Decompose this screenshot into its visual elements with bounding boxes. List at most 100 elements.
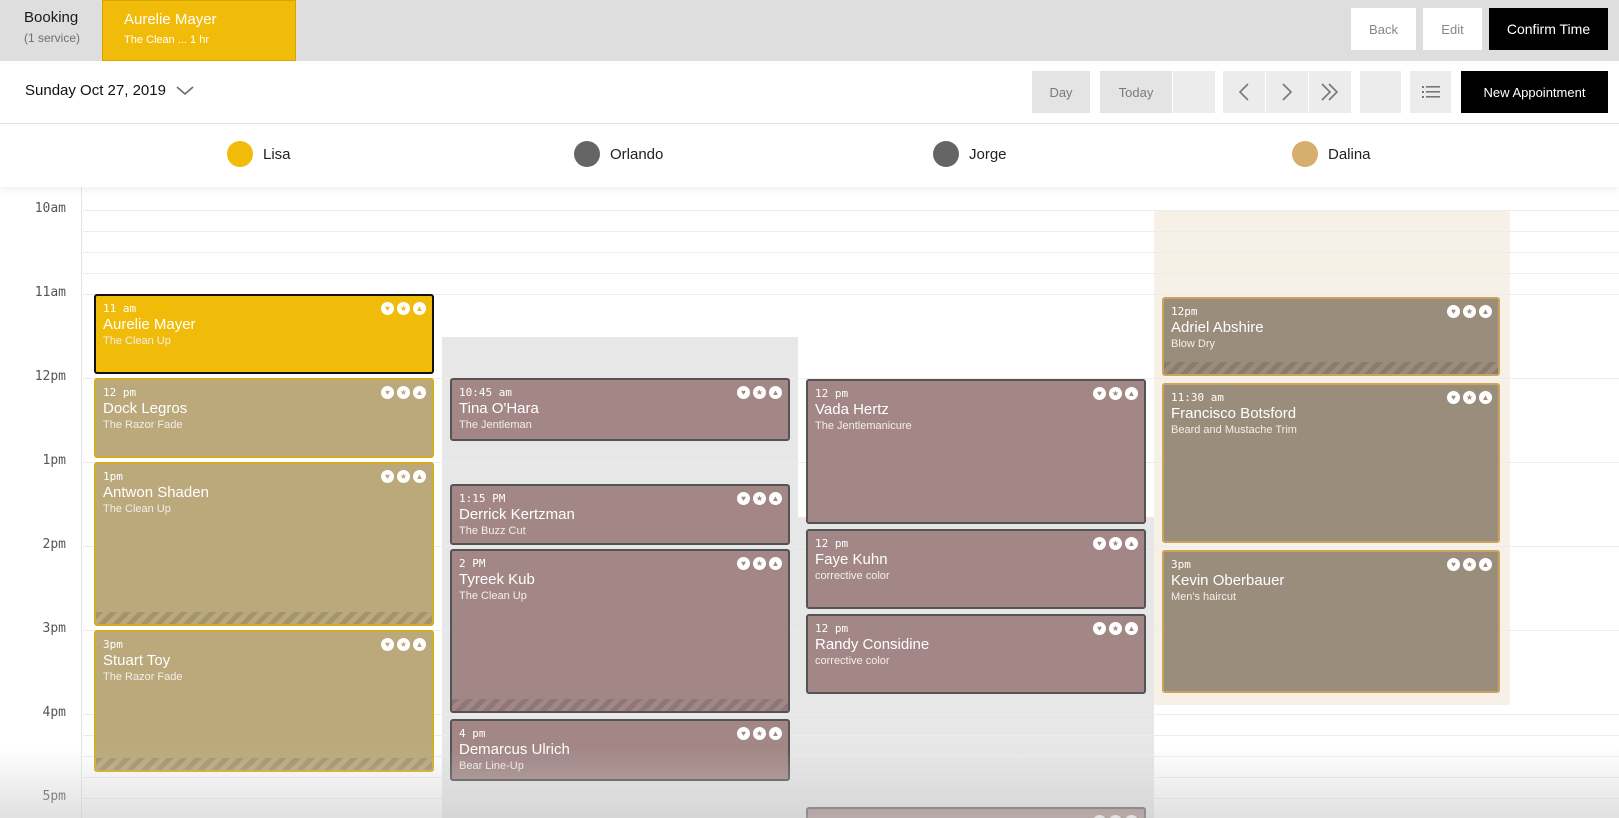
toolbar-blank-button-2[interactable] — [1360, 71, 1401, 113]
thumbs-up-icon: ▲ — [413, 302, 426, 315]
appointment-time: 12 pm — [815, 537, 849, 550]
service-name: Blow Dry — [1171, 338, 1216, 350]
time-label: 5pm — [42, 789, 66, 804]
staff-jorge[interactable]: Jorge — [933, 141, 1007, 167]
service-name: Men's haircut — [1171, 591, 1237, 603]
list-view-button[interactable] — [1410, 71, 1451, 113]
appointment-card[interactable]: 12 pm Randy Considine corrective color ♥… — [806, 614, 1146, 694]
staff-header: Lisa Orlando Jorge Dalina — [0, 125, 1619, 187]
appointment-time: 4 pm — [459, 727, 486, 740]
appointment-time: 10:45 am — [459, 386, 512, 399]
thumbs-up-icon: ▲ — [413, 470, 426, 483]
appointment-time: 12 pm — [815, 622, 849, 635]
service-name: Bear Line-Up — [459, 760, 524, 772]
appointment-card[interactable]: 12 pm Faye Kuhn corrective color ♥ ★ ▲ — [806, 529, 1146, 609]
time-label: 12pm — [34, 369, 66, 384]
thumbs-up-icon: ▲ — [769, 727, 782, 740]
thumbs-up-icon: ▲ — [1125, 622, 1138, 635]
service-name: The Clean Up — [103, 335, 171, 347]
appointment-card[interactable]: 1:15 PM Derrick Kertzman The Buzz Cut ♥ ★… — [450, 484, 790, 545]
chevron-left-icon — [1238, 83, 1249, 101]
appointment-time: 12pm — [1171, 305, 1198, 318]
star-icon: ★ — [753, 727, 766, 740]
service-name: The Jentlemanicure — [815, 420, 912, 432]
heart-icon: ♥ — [737, 727, 750, 740]
thumbs-up-icon: ▲ — [1125, 387, 1138, 400]
star-icon: ★ — [1463, 391, 1476, 404]
date-selector[interactable]: Sunday Oct 27, 2019 — [25, 82, 194, 99]
staff-orlando[interactable]: Orlando — [574, 141, 663, 167]
heart-icon: ♥ — [737, 386, 750, 399]
top-bar: Booking (1 service) Aurelie Mayer The Cl… — [0, 0, 1619, 61]
toolbar-blank-button[interactable] — [1173, 71, 1215, 113]
next-day-button[interactable] — [1266, 71, 1308, 113]
time-gutter: 10am 11am 12pm 1pm 2pm 3pm 4pm 5pm — [0, 187, 82, 818]
appointment-icons: ♥★▲ — [737, 727, 782, 740]
confirm-time-button[interactable]: Confirm Time — [1489, 8, 1608, 50]
appointment-card[interactable]: 3pm Stuart Toy The Razor Fade ♥ ★ ▲ — [94, 630, 434, 772]
client-name: Dock Legros — [103, 400, 188, 417]
appointment-card[interactable]: 2 PM Tyreek Kub The Clean Up ♥ ★ ▲ — [450, 549, 790, 713]
appointment-card-partial[interactable]: ♥★▲ — [806, 807, 1146, 818]
client-name: Aurelie Mayer — [103, 316, 196, 333]
appointment-card[interactable]: 3pm Kevin Oberbauer Men's haircut ♥ ★ ▲ — [1162, 550, 1500, 693]
appointment-card[interactable]: 11:30 am Francisco Botsford Beard and Mu… — [1162, 383, 1500, 543]
hour-line — [83, 210, 1619, 211]
back-button[interactable]: Back — [1351, 8, 1416, 50]
star-icon: ★ — [753, 386, 766, 399]
time-label: 1pm — [42, 453, 66, 468]
appointment-icons: ♥★▲ — [1447, 391, 1492, 404]
appointment-icons: ♥★▲ — [381, 638, 426, 651]
booking-tab[interactable]: Booking (1 service) — [0, 0, 102, 61]
quarter-line — [83, 231, 1619, 232]
previous-day-button[interactable] — [1223, 71, 1265, 113]
client-name: Tina O'Hara — [459, 400, 539, 417]
appointment-card[interactable]: 11 am Aurelie Mayer The Clean Up ♥ ★ ▲ — [94, 294, 434, 374]
buffer-stripes — [96, 612, 432, 624]
appointment-card[interactable]: 12pm Adriel Abshire Blow Dry ♥ ★ ▲ — [1162, 297, 1500, 376]
staff-name: Jorge — [969, 145, 1007, 163]
day-view-button[interactable]: Day — [1032, 71, 1090, 113]
heart-icon: ♥ — [1093, 622, 1106, 635]
edit-button[interactable]: Edit — [1423, 8, 1482, 50]
buffer-stripes — [1164, 362, 1498, 374]
appointment-card[interactable]: 4 pm Demarcus Ulrich Bear Line-Up ♥ ★ ▲ — [450, 719, 790, 781]
client-name: Stuart Toy — [103, 652, 171, 669]
appointment-card[interactable]: 10:45 am Tina O'Hara The Jentleman ♥ ★ ▲ — [450, 378, 790, 441]
appointment-icons: ♥★▲ — [381, 470, 426, 483]
appointment-card[interactable]: 1pm Antwon Shaden The Clean Up ♥ ★ ▲ — [94, 462, 434, 626]
appointment-time: 11 am — [103, 302, 137, 315]
time-label: 4pm — [42, 705, 66, 720]
client-name: Randy Considine — [815, 636, 930, 653]
staff-lisa[interactable]: Lisa — [227, 141, 291, 167]
heart-icon: ♥ — [1093, 387, 1106, 400]
star-icon: ★ — [397, 386, 410, 399]
appointment-card[interactable]: 12 pm Vada Hertz The Jentlemanicure ♥ ★ ▲ — [806, 379, 1146, 524]
staff-avatar — [227, 141, 253, 167]
today-button[interactable]: Today — [1100, 71, 1172, 113]
client-name: Kevin Oberbauer — [1171, 572, 1285, 589]
new-appointment-button[interactable]: New Appointment — [1461, 71, 1608, 113]
service-name: Beard and Mustache Trim — [1171, 424, 1297, 436]
staff-dalina[interactable]: Dalina — [1292, 141, 1371, 167]
service-name: The Razor Fade — [103, 419, 183, 431]
appointment-time: 1pm — [103, 470, 123, 483]
star-icon: ★ — [753, 492, 766, 505]
skip-forward-button[interactable] — [1309, 71, 1351, 113]
appointment-card[interactable]: 12 pm Dock Legros The Razor Fade ♥ ★ ▲ — [94, 378, 434, 458]
double-chevron-right-icon — [1321, 83, 1339, 101]
thumbs-up-icon: ▲ — [769, 386, 782, 399]
star-icon: ★ — [1109, 537, 1122, 550]
hour-line — [83, 798, 1619, 799]
appointment-icons: ♥★▲ — [381, 386, 426, 399]
heart-icon: ♥ — [1093, 537, 1106, 550]
star-icon: ★ — [1463, 305, 1476, 318]
client-tab[interactable]: Aurelie Mayer The Clean ... 1 hr — [102, 0, 296, 61]
date-toolbar: Sunday Oct 27, 2019 Day Today New Appoin… — [0, 61, 1619, 124]
star-icon: ★ — [1109, 387, 1122, 400]
appointment-time: 12 pm — [103, 386, 137, 399]
appointment-icons: ♥★▲ — [1093, 537, 1138, 550]
service-name: corrective color — [815, 655, 890, 667]
client-service: The Clean ... 1 hr — [124, 34, 209, 46]
calendar-grid[interactable]: 10am 11am 12pm 1pm 2pm 3pm 4pm 5pm 11 am… — [0, 187, 1619, 818]
